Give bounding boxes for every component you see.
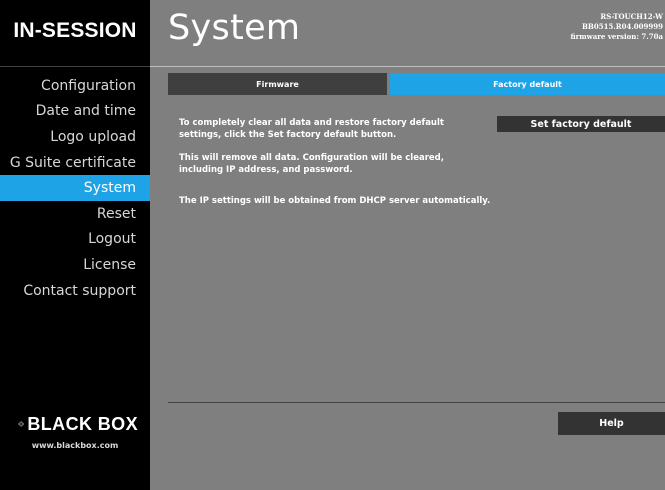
sidebar-divider [0, 66, 150, 67]
data-removal-warning: This will remove all data. Configuration… [179, 153, 444, 175]
sidebar-item-reset[interactable]: Reset [0, 201, 150, 227]
firmware-version: firmware version: 7.70a [570, 32, 664, 41]
device-model: RS-TOUCH12-W [600, 12, 663, 21]
tab-factory-default[interactable]: Factory default [390, 73, 665, 95]
sidebar-item-g-suite-certificate[interactable]: G Suite certificate [0, 150, 150, 176]
sidebar-item-label: G Suite certificate [9, 154, 136, 171]
sidebar-item-license[interactable]: License [0, 252, 150, 278]
page-title: System [168, 8, 301, 48]
tab-firmware[interactable]: Firmware [168, 73, 387, 95]
sidebar-item-configuration[interactable]: Configuration [0, 73, 150, 99]
sidebar-item-label: Configuration [41, 77, 136, 94]
factory-default-instructions: To completely clear all data and restore… [179, 118, 444, 140]
dhcp-note: The IP settings will be obtained from DH… [179, 196, 491, 206]
set-factory-default-button[interactable]: Set factory default [497, 116, 665, 132]
vendor-logo: BLACK BOX [18, 412, 138, 436]
vendor-url: www.blackbox.com [31, 441, 119, 450]
header-divider [150, 66, 665, 67]
sidebar-item-label: System [83, 180, 136, 197]
sidebar-item-label: Reset [96, 205, 136, 222]
device-serial: BB0515.R04.009999 [582, 22, 663, 31]
sidebar-item-label: Logo upload [50, 128, 136, 145]
sidebar: IN-SESSION Configuration Date and time L… [0, 0, 150, 490]
brand-name: IN-SESSION [13, 19, 137, 42]
sidebar-item-label: Date and time [35, 103, 136, 120]
help-button[interactable]: Help [558, 412, 665, 435]
sidebar-item-contact-support[interactable]: Contact support [0, 278, 150, 304]
sidebar-item-label: License [83, 256, 136, 273]
sidebar-item-logo-upload[interactable]: Logo upload [0, 124, 150, 150]
vendor-logo-text: BLACK BOX [27, 413, 138, 434]
sidebar-item-label: Logout [88, 231, 136, 248]
black-box-diamond-icon [18, 421, 25, 427]
brand-logo: IN-SESSION [0, 0, 150, 62]
sidebar-nav: Configuration Date and time Logo upload … [0, 73, 150, 303]
footer-divider [168, 402, 665, 403]
sidebar-item-date-and-time[interactable]: Date and time [0, 99, 150, 125]
sidebar-item-label: Contact support [23, 282, 136, 299]
sidebar-item-logout[interactable]: Logout [0, 227, 150, 253]
device-info: RS-TOUCH12-W BB0515.R04.009999 firmware … [571, 12, 664, 42]
sidebar-item-system[interactable]: System [0, 175, 150, 201]
